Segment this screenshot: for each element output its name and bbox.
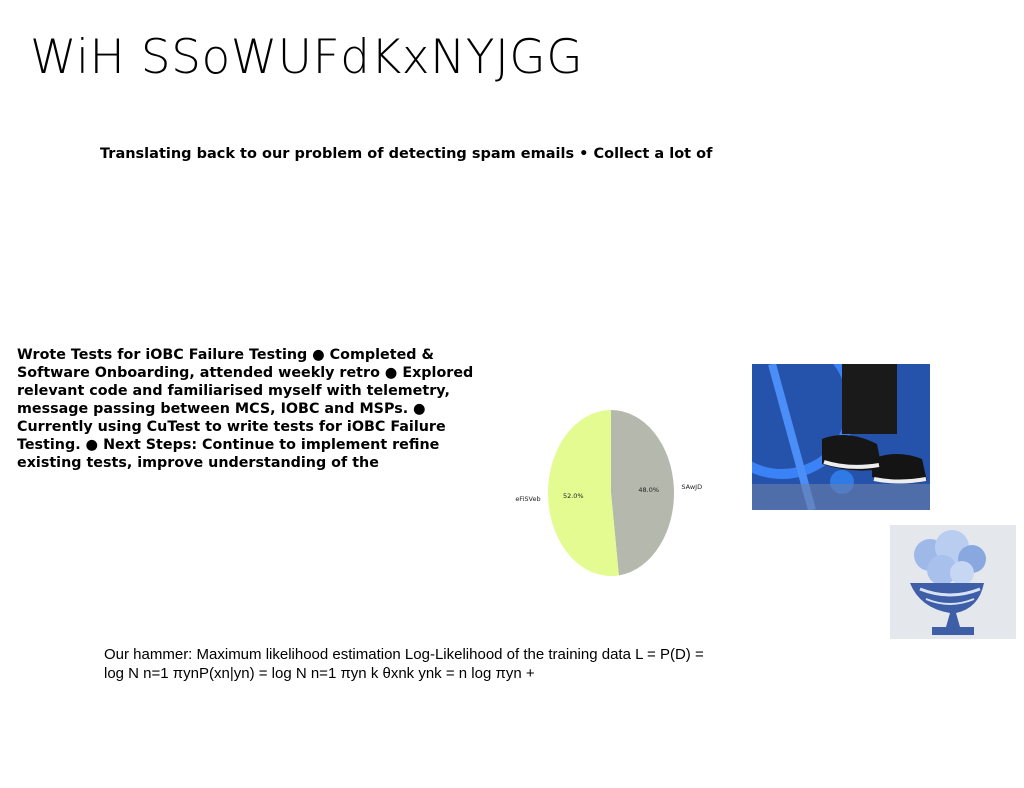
body-text: Wrote Tests for iOBC Failure Testing ● C… (17, 347, 474, 471)
pie-chart: 48.0% SAwJD 52.0% eFiSVeb (510, 400, 720, 585)
pie-chart-svg: 48.0% SAwJD 52.0% eFiSVeb (515, 410, 702, 576)
pie-category-label-1: eFiSVeb (515, 495, 540, 503)
slide-title: WiH SSoWUFdKxNYJGG (30, 30, 584, 85)
bike-photo (752, 364, 930, 510)
formula-text: Our hammer: Maximum likelihood estimatio… (104, 646, 704, 682)
flower-vase-photo (890, 525, 1016, 639)
pie-value-label-1: 52.0% (563, 492, 584, 500)
slide-subtitle: Translating back to our problem of detec… (100, 146, 713, 162)
pie-category-label-0: SAwJD (681, 483, 702, 491)
pie-value-label-0: 48.0% (638, 486, 659, 494)
